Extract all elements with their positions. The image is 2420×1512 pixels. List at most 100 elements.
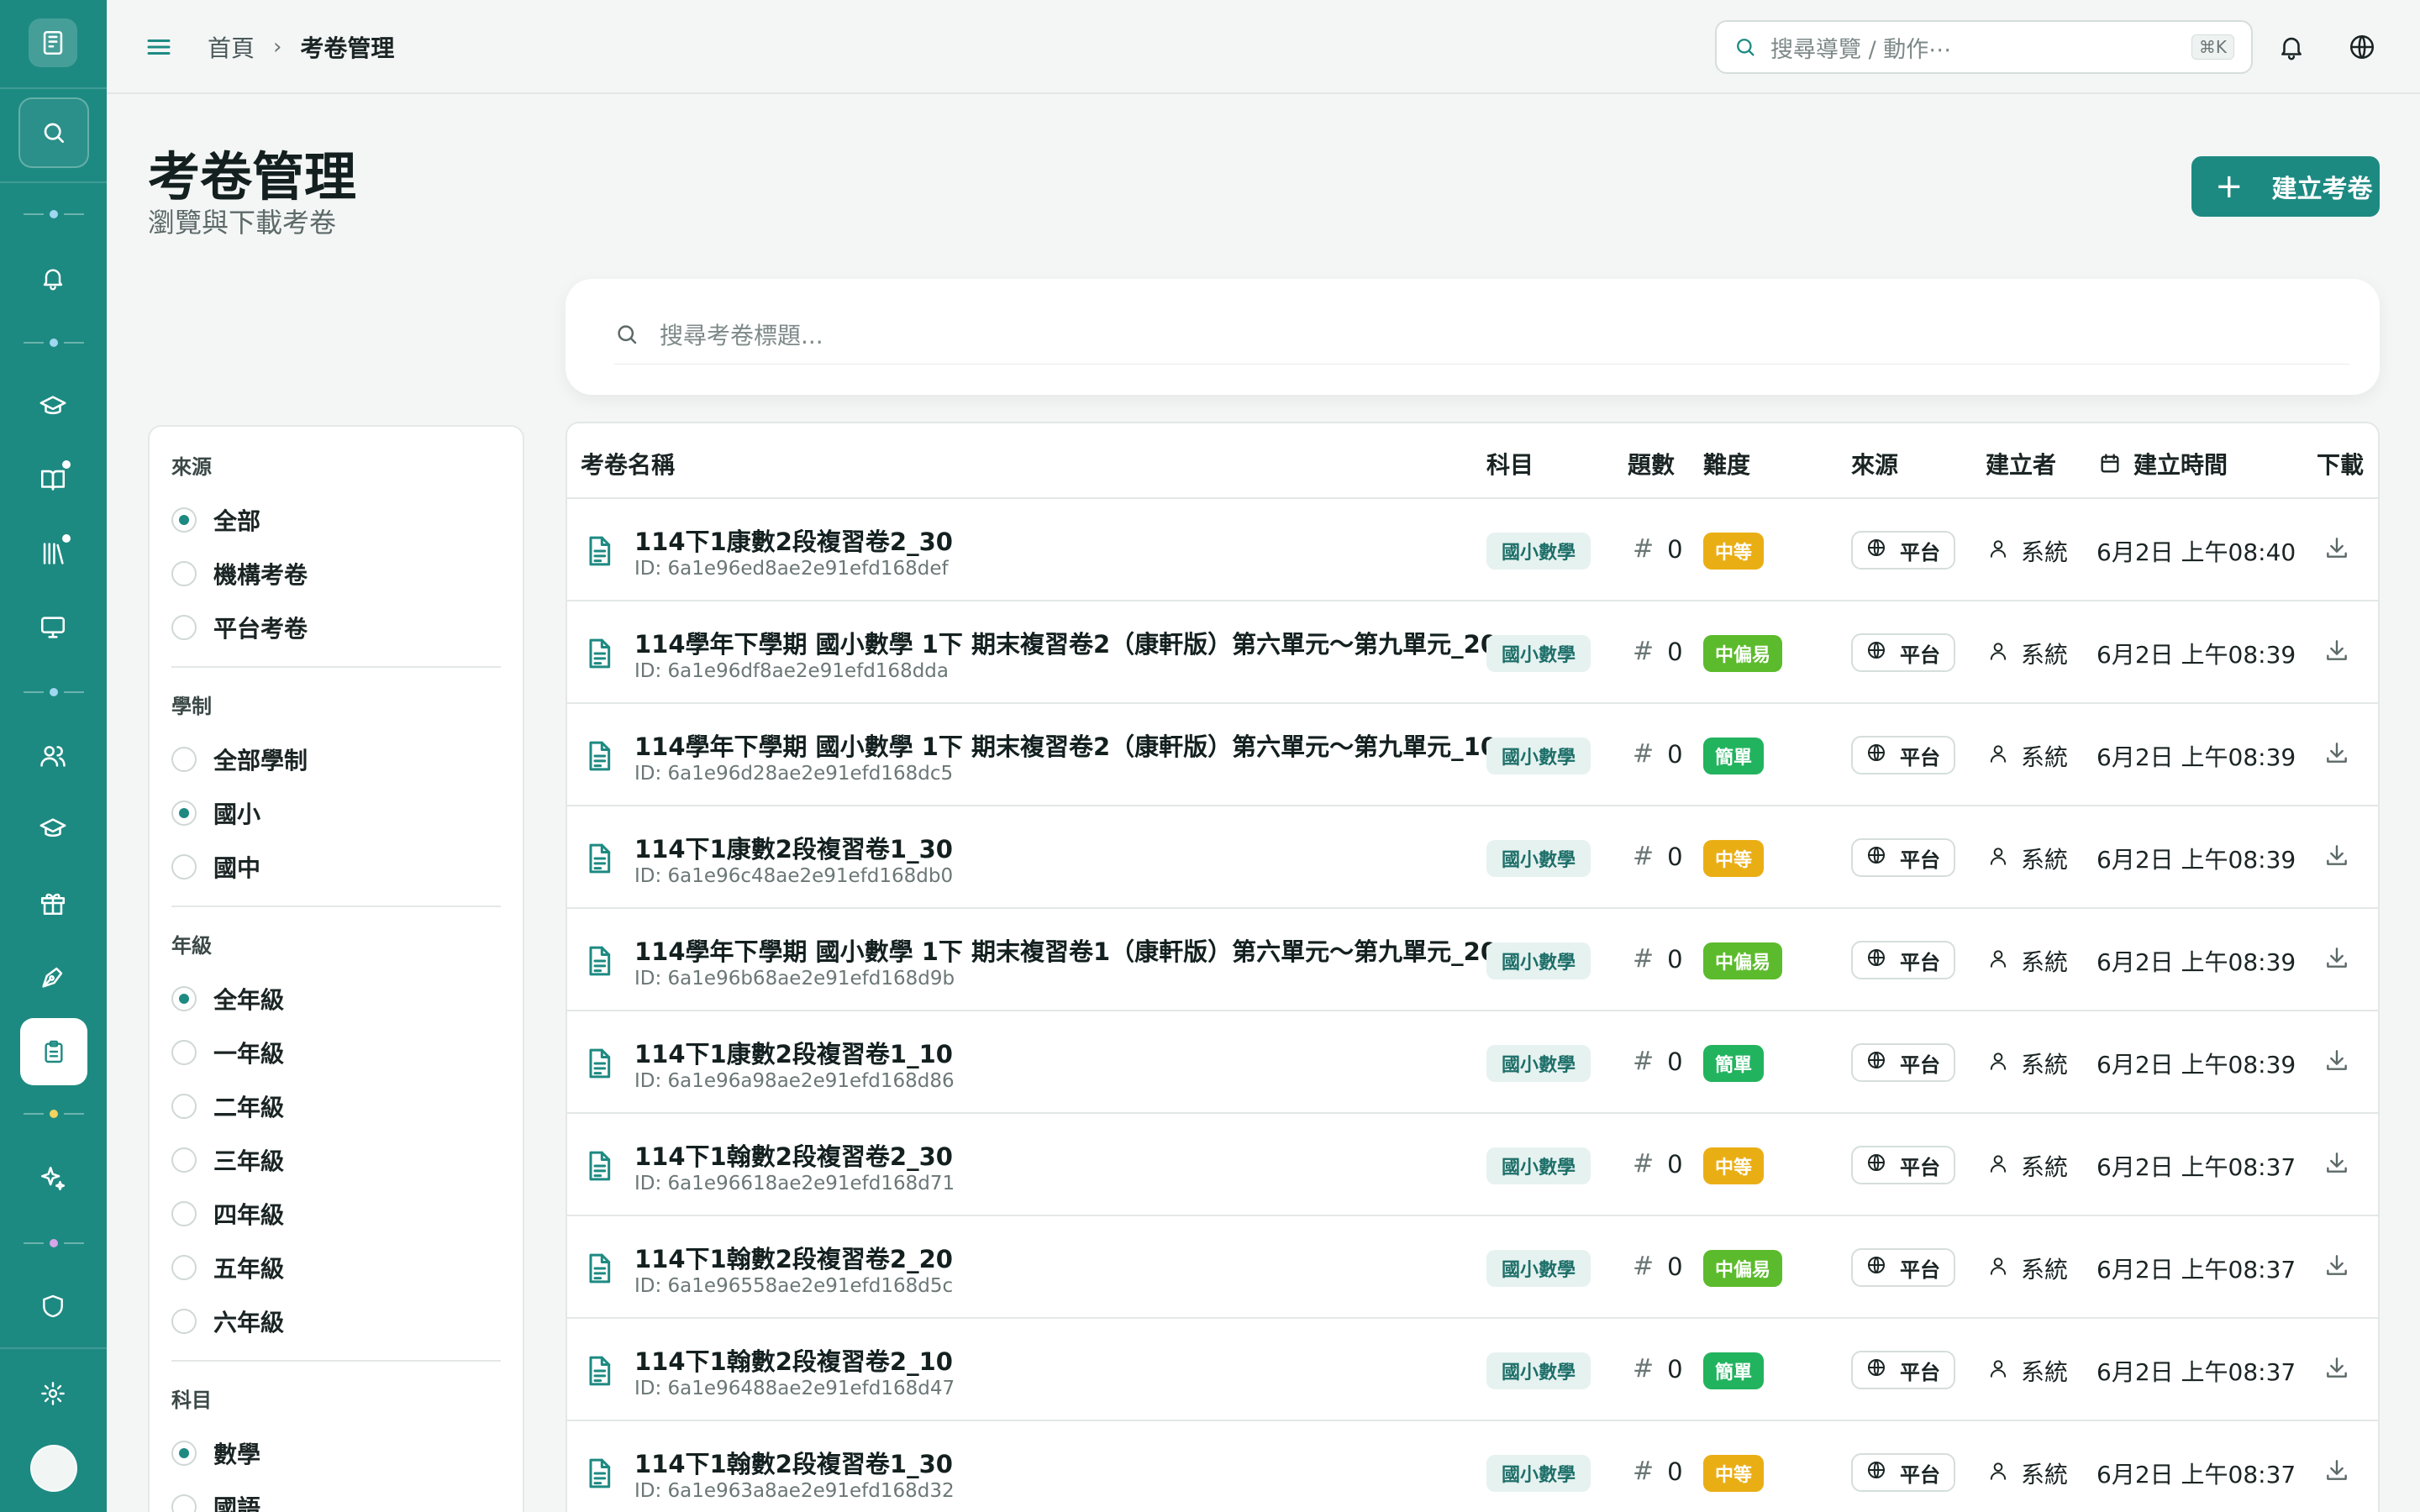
filter-option[interactable]: 平台考卷 [171, 601, 501, 654]
notifications-button[interactable] [2273, 29, 2310, 66]
exam-title[interactable]: 114下1康數2段複習卷1_30 [634, 830, 953, 865]
source-badge: 平台 [1851, 941, 1955, 979]
rail-item-ai[interactable] [29, 1154, 77, 1203]
bell-icon [2281, 37, 2302, 60]
column-header-name[interactable]: 考卷名稱 [581, 447, 675, 480]
download-button[interactable] [2323, 842, 2354, 872]
column-header-creator[interactable]: 建立者 [1986, 447, 2056, 480]
exam-title[interactable]: 114下1康數2段複習卷2_30 [634, 522, 953, 558]
filter-option[interactable]: 機構考卷 [171, 547, 501, 601]
table-row[interactable]: 114下1康數2段複習卷2_30 ID: 6a1e96ed8ae2e91efd16… [567, 499, 2378, 601]
radio[interactable] [171, 1094, 197, 1119]
download-button[interactable] [2323, 1252, 2354, 1282]
global-search-input[interactable]: 搜尋導覽 / 動作⋯ ⌘K [1715, 20, 2253, 74]
rail-item-students[interactable] [29, 805, 77, 853]
table-row[interactable]: 114下1翰數2段複習卷2_20 ID: 6a1e96558ae2e91efd16… [567, 1216, 2378, 1319]
rail-item-users[interactable] [29, 732, 77, 780]
breadcrumb-home[interactable]: 首頁 [208, 30, 255, 64]
exam-title[interactable]: 114下1翰數2段複習卷2_20 [634, 1240, 953, 1275]
exam-title[interactable]: 114下1康數2段複習卷1_10 [634, 1035, 953, 1070]
rail-item-security[interactable] [29, 1282, 77, 1331]
pen-tool-icon [42, 967, 63, 988]
radio-selected[interactable] [171, 507, 197, 533]
filter-option[interactable]: 全年級 [171, 972, 501, 1026]
radio[interactable] [171, 615, 197, 640]
download-button[interactable] [2323, 534, 2354, 564]
filter-option[interactable]: 國語 [171, 1480, 501, 1512]
column-header-subject[interactable]: 科目 [1486, 447, 1534, 480]
radio[interactable] [171, 1040, 197, 1065]
user-avatar[interactable] [30, 1445, 77, 1492]
exam-title[interactable]: 114學年下學期 國小數學 1下 期末複習卷1（康軒版）第六單元～第九單元_20 [634, 932, 1497, 968]
download-button[interactable] [2323, 739, 2354, 769]
download-button[interactable] [2323, 1457, 2354, 1487]
exam-title[interactable]: 114學年下學期 國小數學 1下 期末複習卷2（康軒版）第六單元～第九單元_10 [634, 727, 1497, 763]
radio[interactable] [171, 1494, 197, 1512]
column-header-created[interactable]: 建立時間 [2098, 447, 2228, 480]
table-row[interactable]: 114下1翰數2段複習卷2_10 ID: 6a1e96488ae2e91efd16… [567, 1319, 2378, 1421]
radio[interactable] [171, 1309, 197, 1334]
radio-selected[interactable] [171, 801, 197, 826]
column-header-difficulty[interactable]: 難度 [1703, 447, 1750, 480]
table-row[interactable]: 114下1翰數2段複習卷2_30 ID: 6a1e96618ae2e91efd16… [567, 1114, 2378, 1216]
source-badge: 平台 [1851, 531, 1955, 570]
radio[interactable] [171, 1147, 197, 1173]
rail-search-button[interactable] [18, 97, 89, 168]
filter-option[interactable]: 全部 [171, 493, 501, 547]
filter-option[interactable]: 國小 [171, 786, 501, 840]
radio[interactable] [171, 747, 197, 772]
table-row[interactable]: 114下1康數2段複習卷1_10 ID: 6a1e96a98ae2e91efd16… [567, 1011, 2378, 1114]
filter-option[interactable]: 一年級 [171, 1026, 501, 1079]
table-row[interactable]: 114學年下學期 國小數學 1下 期末複習卷2（康軒版）第六單元～第九單元_10… [567, 704, 2378, 806]
table-row[interactable]: 114下1康數2段複習卷1_30 ID: 6a1e96c48ae2e91efd16… [567, 806, 2378, 909]
table-row[interactable]: 114學年下學期 國小數學 1下 期末複習卷1（康軒版）第六單元～第九單元_20… [567, 909, 2378, 1011]
download-button[interactable] [2323, 637, 2354, 667]
filter-option[interactable]: 六年級 [171, 1294, 501, 1348]
table-row[interactable]: 114學年下學期 國小數學 1下 期末複習卷2（康軒版）第六單元～第九單元_20… [567, 601, 2378, 704]
filter-option[interactable]: 四年級 [171, 1187, 501, 1241]
rail-item-notifications[interactable] [29, 254, 77, 302]
rail-item-rewards[interactable] [29, 879, 77, 927]
rail-item-exams[interactable] [20, 1018, 87, 1085]
table-row[interactable]: 114下1翰數2段複習卷1_30 ID: 6a1e963a8ae2e91efd16… [567, 1421, 2378, 1512]
rail-item-settings[interactable] [29, 1369, 77, 1418]
radio[interactable] [171, 561, 197, 586]
exam-title[interactable]: 114學年下學期 國小數學 1下 期末複習卷2（康軒版）第六單元～第九單元_20 [634, 625, 1497, 660]
exam-title[interactable]: 114下1翰數2段複習卷1_30 [634, 1445, 953, 1480]
download-button[interactable] [2323, 1149, 2354, 1179]
source-label: 平台 [1900, 540, 1940, 564]
question-count-value: 0 [1667, 739, 1683, 769]
rail-item-courses[interactable] [29, 382, 77, 431]
radio[interactable] [171, 854, 197, 879]
rail-item-books[interactable] [29, 455, 77, 504]
filter-option[interactable]: 國中 [171, 840, 501, 894]
rail-item-library[interactable] [29, 529, 77, 578]
radio[interactable] [171, 1201, 197, 1226]
exam-search-input[interactable]: 搜尋考卷標題... [614, 304, 2349, 365]
column-header-source[interactable]: 來源 [1851, 447, 1898, 480]
menu-toggle-button[interactable] [144, 32, 174, 62]
download-button[interactable] [2323, 1354, 2354, 1384]
rail-item-display[interactable] [29, 603, 77, 652]
download-button[interactable] [2323, 944, 2354, 974]
app-logo-icon[interactable] [29, 18, 77, 67]
language-button[interactable] [2344, 29, 2381, 66]
filter-option[interactable]: 全部學制 [171, 732, 501, 786]
filter-option[interactable]: 數學 [171, 1426, 501, 1480]
column-header-count[interactable]: 題數 [1628, 447, 1675, 480]
radio[interactable] [171, 1255, 197, 1280]
page-subtitle: 瀏覽與下載考卷 [148, 207, 337, 239]
created-time: 6月2日 上午08:39 [2096, 743, 2296, 771]
create-exam-button[interactable]: + 建立考卷 [2191, 156, 2380, 217]
filter-option[interactable]: 三年級 [171, 1133, 501, 1187]
filter-option-label: 六年級 [213, 1309, 285, 1336]
filter-option[interactable]: 五年級 [171, 1241, 501, 1294]
creator: 系統 [1987, 534, 2068, 568]
filter-option[interactable]: 二年級 [171, 1079, 501, 1133]
radio-selected[interactable] [171, 1441, 197, 1466]
radio-selected[interactable] [171, 986, 197, 1011]
exam-title[interactable]: 114下1翰數2段複習卷2_10 [634, 1342, 953, 1378]
rail-item-editor[interactable] [29, 953, 77, 1001]
download-button[interactable] [2323, 1047, 2354, 1077]
exam-title[interactable]: 114下1翰數2段複習卷2_30 [634, 1137, 953, 1173]
